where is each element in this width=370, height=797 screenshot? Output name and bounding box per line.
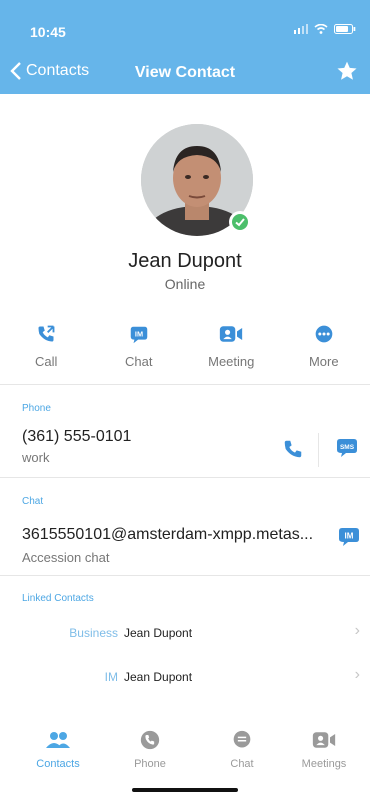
chat-action[interactable]: IM Chat [93,324,186,372]
linked-section-label: Linked Contacts [22,593,94,604]
im-badge-text: IM [345,532,354,541]
contact-name: Jean Dupont [128,250,242,272]
chevron-right-icon: › [354,622,360,639]
svg-text:IM: IM [135,329,143,338]
divider [0,575,370,576]
status-bar: 10:45 [24,22,356,42]
tab-contacts[interactable]: Contacts [12,730,104,770]
contacts-icon [46,732,70,748]
phone-type: work [22,450,50,465]
chevron-right-icon: › [354,666,360,683]
more-action[interactable]: More [278,324,370,372]
phone-icon [140,730,160,750]
linked-contact-row[interactable]: Business Jean Dupont › [0,618,370,648]
divider [0,477,370,478]
signal-icon [294,24,308,34]
sms-badge-text: SMS [340,444,355,451]
chat-icon [233,730,251,748]
header: 10:45 Contacts View Contact [0,0,370,94]
nav-bar: Contacts View Contact [0,60,370,88]
home-indicator [132,788,238,792]
chat-address[interactable]: 3615550101@amsterdam-xmpp.metas... [22,526,313,544]
tab-bar: Contacts Phone Chat Meetings [0,724,370,797]
presence-indicator [229,211,251,233]
tab-label: Chat [230,758,254,770]
more-icon [315,325,333,343]
tab-phone[interactable]: Phone [104,730,196,770]
chat-type: Accession chat [22,550,110,565]
chat-label: Chat [125,354,153,369]
wifi-icon [314,24,328,34]
sms-button[interactable]: SMS [334,436,360,465]
divider [0,384,370,385]
phone-section-label: Phone [22,403,51,414]
tab-meetings[interactable]: Meetings [278,730,370,770]
phone-icon [284,440,302,458]
linked-contact-type: Business [69,626,118,640]
linked-contact-name: Jean Dupont [124,626,193,640]
tab-chat[interactable]: Chat [196,730,288,770]
action-row: Call IM Chat Meeting More [0,324,370,372]
chat-section-label: Chat [22,496,44,507]
more-label: More [308,354,339,369]
profile-section: Jean Dupont Online Call IM Chat Meeting … [0,94,370,384]
tab-label: Phone [134,758,166,770]
sms-icon: SMS [337,439,357,457]
tab-label: Meetings [301,758,347,770]
contact-status: Online [164,276,206,292]
meeting-label: Meeting [208,354,255,369]
divider [318,433,319,467]
call-action[interactable]: Call [0,324,93,372]
meeting-icon [220,326,243,342]
star-icon [337,61,357,80]
battery-icon [334,24,356,34]
im-icon: IM [339,528,359,546]
im-button[interactable]: IM [336,525,362,554]
call-icon [38,325,55,342]
favorite-button[interactable] [336,60,358,87]
status-icons [294,24,356,34]
page-title: View Contact [134,64,236,81]
status-time: 10:45 [30,24,66,40]
call-label: Call [35,354,58,369]
call-phone-button[interactable] [282,438,304,465]
meeting-icon [312,732,336,748]
linked-contact-row[interactable]: IM Jean Dupont › [0,662,370,692]
online-status-icon [232,214,248,230]
tab-label: Contacts [36,758,80,770]
meeting-action[interactable]: Meeting [185,324,278,372]
linked-contact-name: Jean Dupont [124,670,193,684]
linked-contact-type: IM [104,670,118,684]
phone-number[interactable]: (361) 555-0101 [22,428,131,446]
im-icon: IM [130,326,147,344]
